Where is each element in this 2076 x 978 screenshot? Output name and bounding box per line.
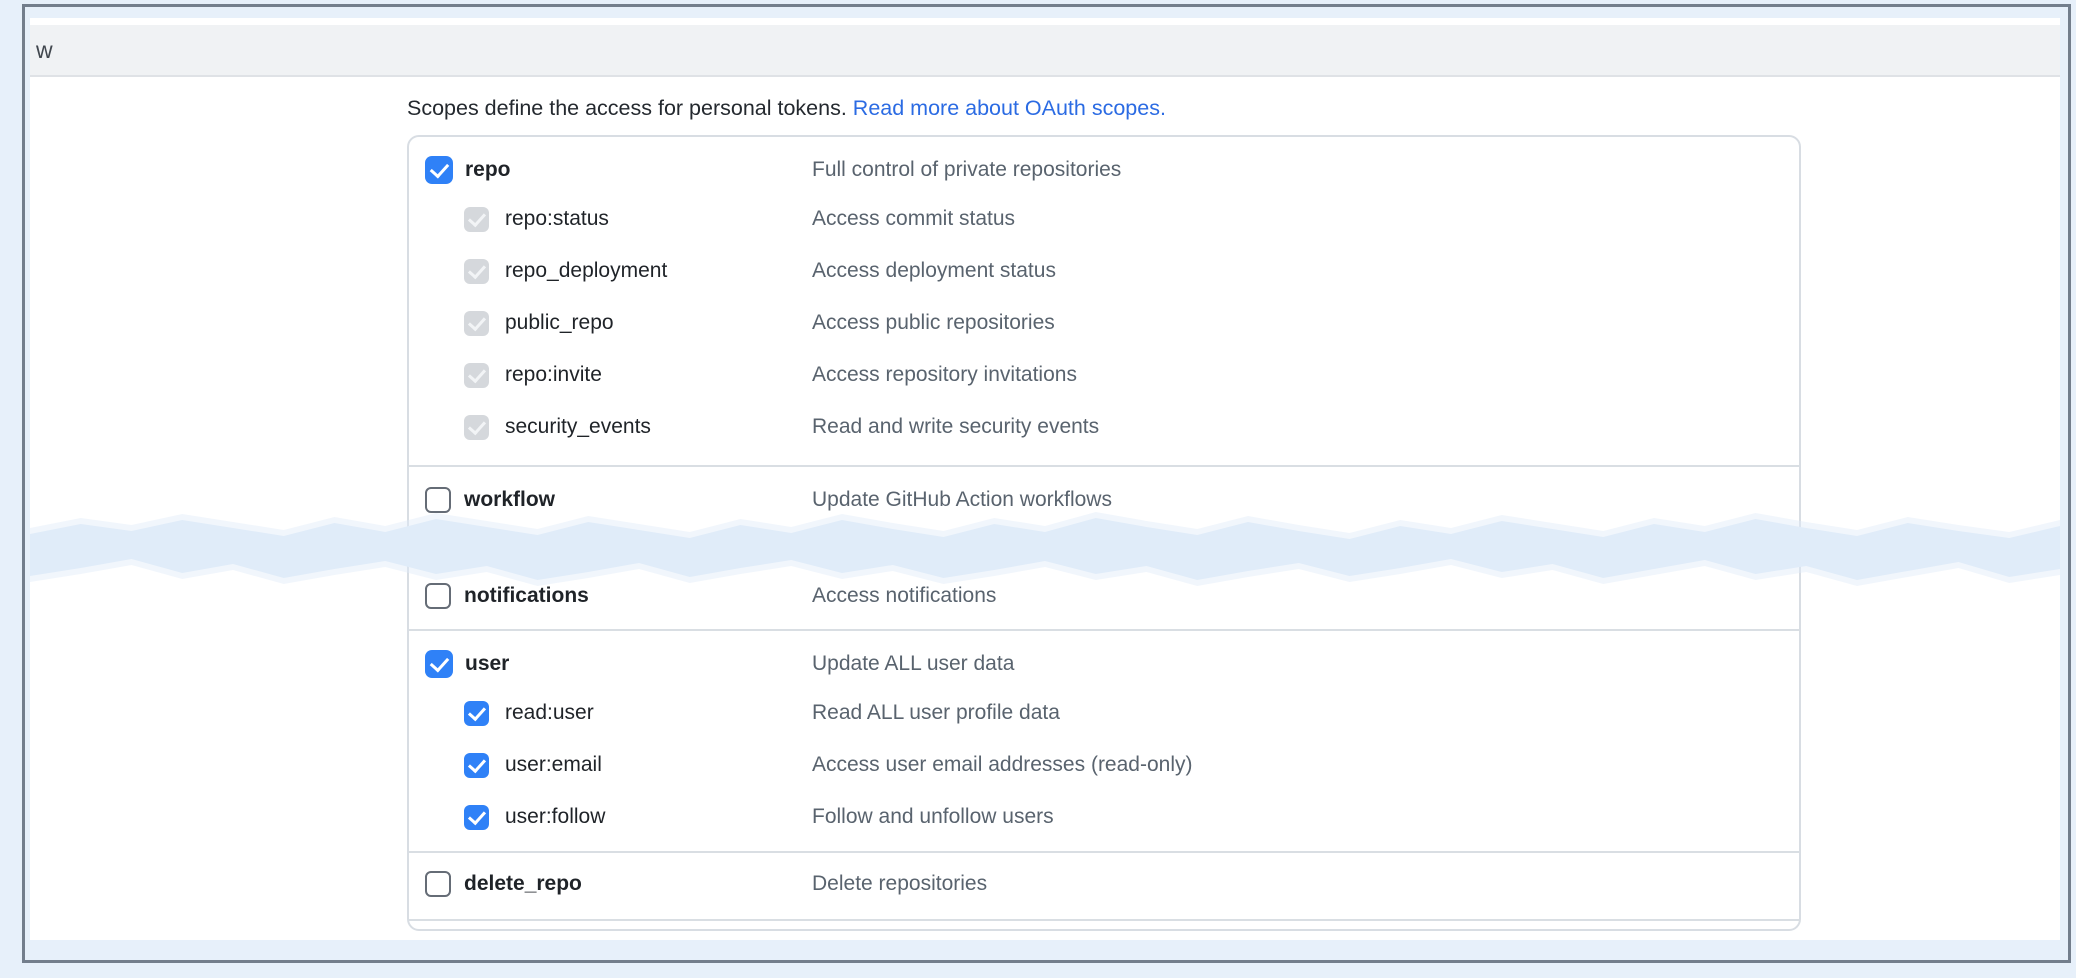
scope-description: Update GitHub Action workflows: [812, 488, 1799, 512]
intro-sentence: Scopes define the access for personal to…: [407, 96, 853, 120]
checkbox-unchecked-icon[interactable]: [425, 487, 451, 513]
scope-description: Access public repositories: [812, 311, 1799, 335]
header-label: w: [36, 37, 53, 64]
scope-description: Follow and unfollow users: [812, 805, 1799, 829]
scope-description: Read and write security events: [812, 415, 1799, 439]
scope-name: user: [465, 652, 509, 676]
scope-description: Full control of private repositories: [812, 158, 1799, 182]
scope-name: repo:status: [505, 207, 609, 231]
scope-row-user-email: user:email Access user email addresses (…: [409, 739, 1799, 791]
checkbox-disabled-checked-icon: [464, 259, 489, 284]
scope-name: delete_repo: [464, 872, 582, 896]
scope-description: Access user email addresses (read-only): [812, 753, 1799, 777]
scope-row-read-user: read:user Read ALL user profile data: [409, 687, 1799, 739]
checkbox-disabled-checked-icon: [464, 415, 489, 440]
content-area: w Scopes define the access for personal …: [30, 18, 2060, 940]
scope-name: notifications: [464, 584, 589, 608]
scope-description: Access notifications: [812, 584, 1799, 608]
scope-row-user-follow: user:follow Follow and unfollow users: [409, 791, 1799, 843]
scope-name: security_events: [505, 415, 651, 439]
scope-group-repo: repo Full control of private repositorie…: [409, 137, 1799, 465]
checkbox-unchecked-icon[interactable]: [425, 871, 451, 897]
scope-row-repo-deployment: repo_deployment Access deployment status: [409, 245, 1799, 297]
scope-group-user: user Update ALL user data read:user Read…: [409, 629, 1799, 851]
scope-description: Delete repositories: [812, 872, 1799, 896]
checkbox-checked-icon[interactable]: [464, 805, 489, 830]
scope-name: repo_deployment: [505, 259, 667, 283]
scope-name: read:user: [505, 701, 594, 725]
clipped-next-row: [409, 919, 1799, 929]
scope-description: Access repository invitations: [812, 363, 1799, 387]
scope-name: public_repo: [505, 311, 614, 335]
scope-name: workflow: [464, 488, 555, 512]
scope-row-security-events: security_events Read and write security …: [409, 401, 1799, 453]
scope-row-repo-invite: repo:invite Access repository invitation…: [409, 349, 1799, 401]
scope-description: Update ALL user data: [812, 652, 1799, 676]
scope-row-delete-repo: delete_repo Delete repositories: [409, 861, 1799, 907]
scope-row-public-repo: public_repo Access public repositories: [409, 297, 1799, 349]
checkbox-checked-icon[interactable]: [425, 156, 453, 184]
checkbox-checked-icon[interactable]: [425, 650, 453, 678]
scopes-intro-text: Scopes define the access for personal to…: [407, 93, 2060, 123]
oauth-scopes-link[interactable]: Read more about OAuth scopes.: [853, 96, 1166, 120]
scope-description: Access deployment status: [812, 259, 1799, 283]
scope-description: Access commit status: [812, 207, 1799, 231]
scope-row-user: user Update ALL user data: [409, 641, 1799, 687]
window-frame: w Scopes define the access for personal …: [22, 4, 2071, 963]
window-header: w: [30, 25, 2060, 77]
checkbox-checked-icon[interactable]: [464, 701, 489, 726]
checkbox-disabled-checked-icon: [464, 311, 489, 336]
scope-name: user:email: [505, 753, 602, 777]
scope-name: repo: [465, 158, 511, 182]
checkbox-disabled-checked-icon: [464, 207, 489, 232]
checkbox-unchecked-icon[interactable]: [425, 583, 451, 609]
scope-name: repo:invite: [505, 363, 602, 387]
checkbox-checked-icon[interactable]: [464, 753, 489, 778]
scope-description: Read ALL user profile data: [812, 701, 1799, 725]
scope-group-delete-repo: delete_repo Delete repositories: [409, 851, 1799, 919]
checkbox-disabled-checked-icon: [464, 363, 489, 388]
scope-name: user:follow: [505, 805, 605, 829]
scope-row-repo-status: repo:status Access commit status: [409, 193, 1799, 245]
scope-row-repo: repo Full control of private repositorie…: [409, 147, 1799, 193]
